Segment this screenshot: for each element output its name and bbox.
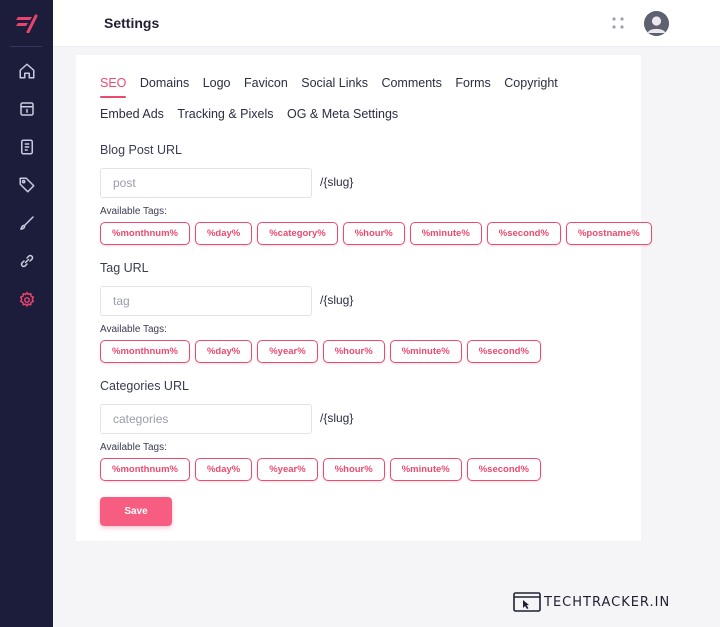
- categories-url-suffix: /{slug}: [320, 411, 354, 425]
- tag-chip-monthnum[interactable]: %monthnum%: [100, 458, 190, 481]
- tab-social-links[interactable]: Social Links: [301, 68, 368, 99]
- tag-chip-year[interactable]: %year%: [257, 340, 318, 363]
- tab-embed-ads[interactable]: Embed Ads: [100, 99, 164, 130]
- blog-post-url-section: Blog Post URL /{slug} Available Tags: %m…: [100, 143, 720, 246]
- sidebar-item-tags[interactable]: [14, 172, 40, 198]
- tab-tracking-pixels[interactable]: Tracking & Pixels: [177, 99, 273, 130]
- categories-tag-list: %monthnum% %day% %year% %hour% %minute% %seco…: [100, 458, 720, 482]
- settings-card: SEO Domains Logo Favicon Social Links Co…: [76, 55, 652, 541]
- tag-chip-second[interactable]: %second%: [466, 340, 541, 363]
- blog-post-available-tags-label: Available Tags:: [100, 206, 167, 217]
- settings-tabs: SEO Domains Logo Favicon Social Links Co…: [100, 68, 620, 130]
- monitor-cursor-icon: [513, 592, 541, 612]
- tag-chip-minute[interactable]: %minute%: [389, 340, 462, 363]
- brush-icon: [19, 216, 34, 230]
- sidebar: [0, 0, 53, 627]
- sidebar-item-calendar[interactable]: [14, 96, 40, 122]
- apps-grid-icon[interactable]: [611, 16, 625, 30]
- avatar[interactable]: [644, 11, 669, 36]
- categories-url-section: Categories URL /{slug} Available Tags: %…: [100, 379, 720, 482]
- tag-url-label: Tag URL: [100, 261, 149, 275]
- tab-copyright[interactable]: Copyright: [504, 68, 558, 99]
- home-icon: [19, 63, 35, 79]
- categories-url-input[interactable]: [100, 404, 312, 434]
- tab-domains[interactable]: Domains: [140, 68, 189, 99]
- blog-post-url-label: Blog Post URL: [100, 143, 182, 157]
- tab-og-meta-settings[interactable]: OG & Meta Settings: [287, 99, 398, 130]
- save-button[interactable]: Save: [100, 497, 172, 526]
- sidebar-item-settings[interactable]: [14, 287, 40, 313]
- tag-chip-hour[interactable]: %hour%: [342, 222, 405, 245]
- page-title: Settings: [104, 15, 160, 31]
- tag-chip-monthnum[interactable]: %monthnum%: [100, 340, 190, 363]
- tag-icon: [19, 177, 35, 193]
- top-bar: Settings: [53, 0, 720, 47]
- tag-chip-hour[interactable]: %hour%: [322, 458, 385, 481]
- tag-url-section: Tag URL /{slug} Available Tags: %monthnu…: [100, 261, 720, 364]
- sidebar-item-pages[interactable]: [14, 134, 40, 160]
- tag-chip-second[interactable]: %second%: [466, 458, 541, 481]
- sidebar-item-appearance[interactable]: [14, 210, 40, 236]
- blog-post-url-suffix: /{slug}: [320, 175, 354, 189]
- sidebar-item-links[interactable]: [14, 248, 40, 274]
- sidebar-item-home[interactable]: [14, 58, 40, 84]
- tag-chip-postname[interactable]: %postname%: [565, 222, 652, 245]
- user-avatar-icon: [644, 11, 669, 36]
- tab-forms[interactable]: Forms: [455, 68, 490, 99]
- blog-post-url-input[interactable]: [100, 168, 312, 198]
- tab-logo[interactable]: Logo: [203, 68, 231, 99]
- tag-chip-minute[interactable]: %minute%: [389, 458, 462, 481]
- tab-comments[interactable]: Comments: [381, 68, 441, 99]
- document-icon: [21, 139, 33, 155]
- tag-url-input[interactable]: [100, 286, 312, 316]
- link-icon: [20, 254, 34, 268]
- watermark: TECHTRACKER.IN: [513, 592, 670, 612]
- tab-seo[interactable]: SEO: [100, 68, 127, 99]
- tag-chip-monthnum[interactable]: %monthnum%: [100, 222, 190, 245]
- blog-post-tag-list: %monthnum% %day% %category% %hour% %minute%%…: [100, 222, 720, 246]
- tag-chip-day[interactable]: %day%: [194, 458, 253, 481]
- tab-favicon[interactable]: Favicon: [244, 68, 288, 99]
- tag-chip-day[interactable]: %day%: [194, 340, 253, 363]
- tag-chip-second[interactable]: %second%: [486, 222, 561, 245]
- tag-available-tags-label: Available Tags:: [100, 324, 167, 335]
- calendar-icon: [20, 102, 34, 116]
- tag-url-tag-list: %monthnum% %day% %year% %hour% %minute% %seco…: [100, 340, 720, 364]
- brand-logo-icon[interactable]: [16, 13, 38, 33]
- sidebar-divider: [10, 46, 42, 47]
- categories-available-tags-label: Available Tags:: [100, 442, 167, 453]
- tag-chip-year[interactable]: %year%: [257, 458, 318, 481]
- tag-chip-hour[interactable]: %hour%: [322, 340, 385, 363]
- gear-icon: [19, 291, 35, 307]
- tag-url-suffix: /{slug}: [320, 293, 354, 307]
- tag-chip-minute[interactable]: %minute%: [409, 222, 482, 245]
- categories-url-label: Categories URL: [100, 379, 189, 393]
- watermark-text: TECHTRACKER.IN: [544, 594, 671, 610]
- tag-chip-category[interactable]: %category%: [257, 222, 338, 245]
- tag-chip-day[interactable]: %day%: [194, 222, 253, 245]
